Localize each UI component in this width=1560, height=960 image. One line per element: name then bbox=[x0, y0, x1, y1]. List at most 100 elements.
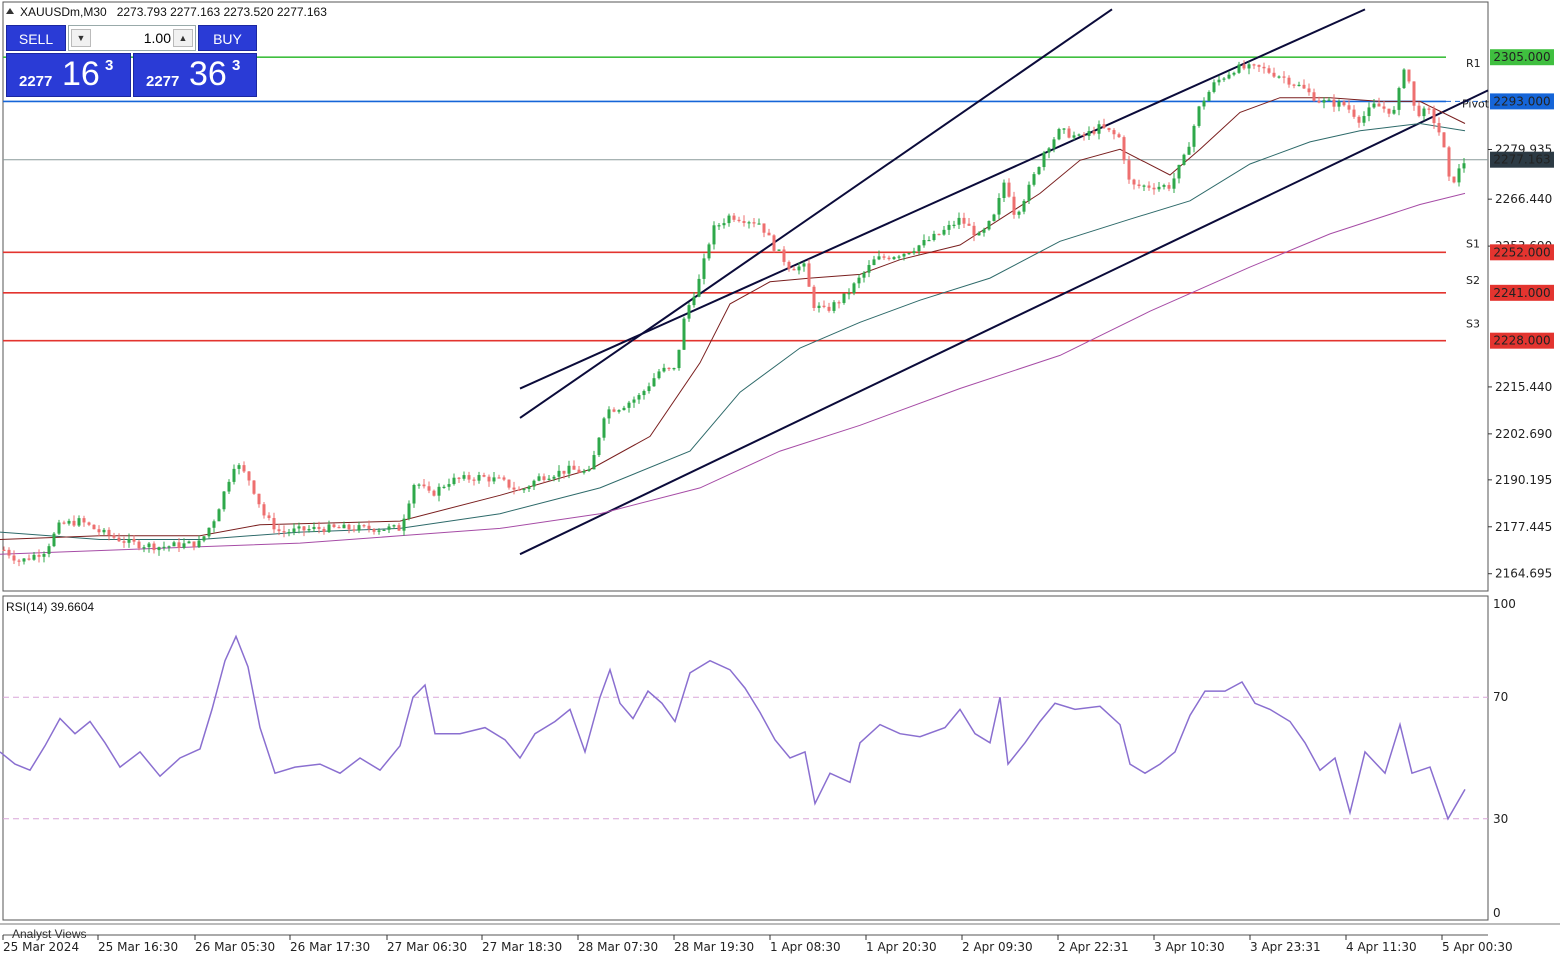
rsi-indicator-label: RSI(14) 39.6604 bbox=[6, 600, 95, 614]
candle-body bbox=[837, 302, 841, 304]
candle-body bbox=[602, 418, 606, 438]
candle-body bbox=[652, 378, 656, 387]
candle-body bbox=[1172, 178, 1176, 189]
candle-body bbox=[812, 286, 816, 308]
candle-body bbox=[1217, 79, 1221, 83]
candle-body bbox=[1287, 77, 1291, 85]
sell-quote-pip: 3 bbox=[105, 57, 114, 74]
candle-body bbox=[492, 477, 496, 482]
candle-body bbox=[1062, 128, 1066, 130]
candle-body bbox=[1162, 185, 1166, 187]
candle-body bbox=[1457, 168, 1461, 183]
candle-body bbox=[802, 263, 806, 267]
lot-increase-arrow-icon[interactable]: ▲ bbox=[173, 29, 193, 47]
lot-decrease-arrow-icon[interactable]: ▼ bbox=[71, 29, 91, 47]
candle-body bbox=[7, 549, 11, 556]
time-axis-label: 27 Mar 06:30 bbox=[387, 940, 467, 954]
candle-body bbox=[1432, 109, 1436, 124]
candle-body bbox=[467, 475, 471, 480]
candle-body bbox=[1267, 68, 1271, 73]
candle-body bbox=[897, 256, 901, 258]
time-axis-label: 25 Mar 16:30 bbox=[98, 940, 178, 954]
candle-body bbox=[797, 266, 801, 271]
candle-body bbox=[1227, 74, 1231, 79]
candle-body bbox=[592, 455, 596, 470]
price-tick-label: 2215.440 bbox=[1495, 380, 1552, 394]
candle-body bbox=[607, 409, 611, 419]
candle-body bbox=[1327, 99, 1331, 101]
candle-body bbox=[717, 225, 721, 227]
candle-body bbox=[1347, 105, 1351, 110]
candle-body bbox=[1222, 78, 1226, 80]
r1-label: R1 bbox=[1466, 57, 1481, 70]
candle-body bbox=[1352, 109, 1356, 117]
candle-body bbox=[572, 465, 576, 470]
candle-body bbox=[182, 543, 186, 548]
candle-body bbox=[62, 522, 66, 524]
price-tag-label: 2228.000 bbox=[1493, 334, 1550, 348]
candle-body bbox=[497, 477, 501, 479]
candle-body bbox=[322, 528, 326, 533]
candle-body bbox=[397, 525, 401, 531]
candle-body bbox=[1187, 146, 1191, 155]
candle-body bbox=[872, 259, 876, 266]
trend-channel-line[interactable] bbox=[519, 8, 1113, 419]
candle-body bbox=[87, 522, 91, 525]
candle-body bbox=[657, 371, 661, 379]
candle-body bbox=[502, 477, 506, 480]
candle-body bbox=[112, 535, 116, 538]
candle-body bbox=[327, 524, 331, 533]
candle-body bbox=[557, 470, 561, 477]
candle-body bbox=[1447, 147, 1451, 177]
sell-button[interactable]: SELL bbox=[6, 25, 66, 51]
sell-quote[interactable]: 2277 16 3 bbox=[6, 53, 131, 97]
s1-label: S1 bbox=[1466, 237, 1480, 250]
sell-quote-main: 2277 bbox=[19, 73, 53, 90]
candle-body bbox=[772, 235, 776, 251]
candle-body bbox=[282, 531, 286, 533]
candle-body bbox=[942, 229, 946, 235]
time-axis-label: 1 Apr 20:30 bbox=[866, 940, 937, 954]
candle-body bbox=[807, 263, 811, 287]
one-click-trading-panel: SELL ▼ 1.00 ▲ BUY 2277 16 3 2277 36 3 bbox=[6, 25, 258, 97]
candle-body bbox=[1212, 82, 1216, 92]
candle-body bbox=[622, 407, 626, 411]
candle-body bbox=[922, 239, 926, 246]
time-axis-label: 2 Apr 09:30 bbox=[962, 940, 1033, 954]
candle-body bbox=[1152, 187, 1156, 190]
candle-body bbox=[1127, 160, 1131, 180]
candle-body bbox=[612, 409, 616, 412]
candle-body bbox=[887, 257, 891, 260]
s2-label: S2 bbox=[1466, 274, 1480, 287]
lot-size-value[interactable]: 1.00 bbox=[93, 26, 171, 50]
buy-button[interactable]: BUY bbox=[198, 25, 257, 51]
time-axis-label: 26 Mar 17:30 bbox=[290, 940, 370, 954]
time-axis-label: 3 Apr 10:30 bbox=[1154, 940, 1225, 954]
candle-body bbox=[187, 541, 191, 544]
candle-body bbox=[1142, 185, 1146, 187]
candle-body bbox=[312, 526, 316, 529]
candle-body bbox=[1052, 139, 1056, 149]
candle-body bbox=[382, 529, 386, 531]
candle-body bbox=[137, 541, 141, 549]
candle-body bbox=[877, 256, 881, 260]
candle-body bbox=[252, 480, 256, 494]
candle-body bbox=[1422, 108, 1426, 117]
candle-body bbox=[1072, 135, 1076, 138]
ema-mid-line bbox=[0, 122, 1466, 540]
candle-body bbox=[692, 296, 696, 306]
candle-body bbox=[57, 522, 61, 534]
buy-quote[interactable]: 2277 36 3 bbox=[133, 53, 257, 97]
candle-body bbox=[1137, 184, 1141, 187]
lot-size-field[interactable]: ▼ 1.00 ▲ bbox=[68, 25, 196, 51]
candle-body bbox=[417, 484, 421, 486]
candle-body bbox=[1437, 123, 1441, 133]
chart-canvas[interactable]: 2279.9352266.4402253.6902215.4402202.690… bbox=[0, 0, 1560, 960]
candle-body bbox=[2, 549, 6, 551]
collapse-triangle-icon[interactable] bbox=[6, 8, 14, 14]
candle-body bbox=[317, 526, 321, 529]
candle-body bbox=[1312, 92, 1316, 101]
candle-body bbox=[1087, 131, 1091, 136]
candle-body bbox=[627, 402, 631, 408]
analyst-views-tab[interactable]: Analyst Views bbox=[12, 927, 86, 941]
